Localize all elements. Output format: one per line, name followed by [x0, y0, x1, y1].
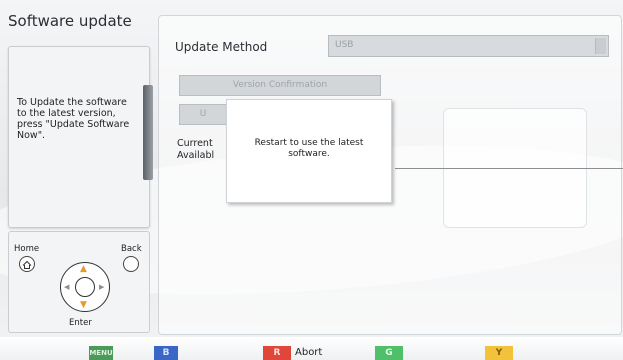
update-method-label: Update Method [175, 40, 268, 54]
panel-divider [143, 85, 153, 180]
restart-dialog[interactable]: Restart to use the latest software. [226, 99, 392, 203]
abort-label: Abort [295, 347, 323, 358]
blue-key[interactable]: B [154, 346, 178, 360]
directional-pad[interactable]: ▲ ▼ ◀ ▶ [60, 262, 110, 312]
update-method-value: USB [335, 40, 354, 50]
red-key[interactable]: R [263, 346, 291, 360]
version-confirmation-button[interactable]: Version Confirmation [179, 75, 381, 96]
left-arrow-icon[interactable]: ◀ [64, 283, 69, 292]
page-title: Software update [8, 12, 132, 30]
green-key[interactable]: G [375, 346, 403, 360]
home-button[interactable] [19, 256, 35, 272]
right-arrow-icon[interactable]: ▶ [99, 283, 104, 292]
current-version-label: Current [177, 138, 213, 149]
yellow-key[interactable]: Y [485, 346, 513, 360]
enter-button[interactable] [75, 277, 95, 297]
available-version-label: Availabl [177, 150, 215, 161]
home-label: Home [14, 244, 40, 254]
up-arrow-icon[interactable]: ▲ [80, 265, 87, 274]
enter-label: Enter [69, 318, 92, 328]
menu-key[interactable]: MENU [89, 346, 113, 360]
back-label: Back [121, 244, 142, 254]
help-panel: To Update the software to the latest ver… [8, 46, 150, 228]
chevron-down-icon [595, 38, 606, 54]
down-arrow-icon[interactable]: ▼ [80, 301, 87, 310]
update-software-now-button[interactable]: U [179, 104, 227, 125]
dialog-message: Restart to use the latest software. [254, 138, 364, 159]
divider-line [395, 168, 623, 169]
remote-navigation-panel: Home Back ▲ ▼ ◀ ▶ Enter [8, 231, 150, 333]
help-text: To Update the software to the latest ver… [17, 97, 130, 141]
update-method-select[interactable]: USB [328, 35, 609, 57]
home-icon [22, 260, 32, 269]
back-button[interactable] [123, 256, 139, 272]
